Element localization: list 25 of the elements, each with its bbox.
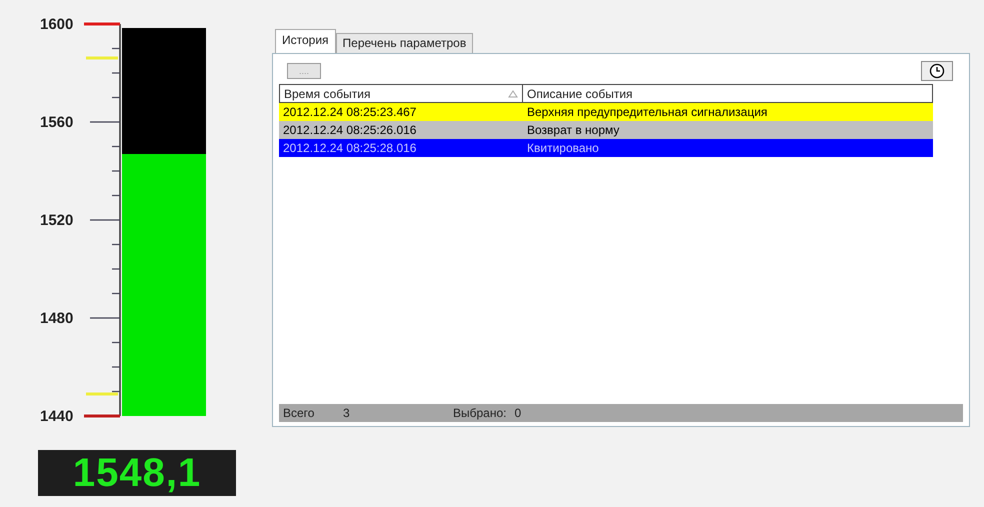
value-readout: 1548,1 (38, 450, 236, 496)
tab[interactable]: История (275, 29, 336, 53)
table-row[interactable]: 2012.12.24 08:25:28.016 Квитировано (279, 139, 933, 157)
column-header[interactable]: Описание события (523, 85, 637, 102)
scale-label: 1480 (40, 310, 74, 327)
scale-label: 1600 (40, 16, 74, 33)
table-cell-text: 2012.12.24 08:25:26.016 (282, 123, 418, 137)
scale-label: 1520 (40, 212, 74, 229)
tab[interactable]: Перечень параметров (336, 33, 474, 53)
table-cell-text: Верхняя предупредительная сигнализация (526, 105, 768, 119)
table-row[interactable]: 2012.12.24 08:25:23.467 Верхняя предупредительная сигнализация (279, 103, 933, 121)
table-cell-text: Возврат в норму (526, 123, 620, 137)
column-header[interactable]: Время события (280, 85, 523, 102)
table-row[interactable]: 2012.12.24 08:25:26.016 Возврат в норму (279, 121, 933, 139)
scale-label: 1440 (40, 408, 74, 425)
status-label: Выбрано: (453, 406, 506, 420)
table-cell-text: 2012.12.24 08:25:23.467 (282, 105, 418, 119)
clock-icon (927, 63, 947, 79)
table-cell-text: 2012.12.24 08:25:28.016 (282, 141, 418, 155)
status-value: 0 (514, 406, 522, 420)
status-label: Всего (283, 406, 316, 420)
scale-label: 1560 (40, 114, 74, 131)
clock-button[interactable] (921, 61, 953, 81)
table-cell-text: Квитировано (526, 141, 600, 155)
status-value: 3 (343, 406, 351, 420)
